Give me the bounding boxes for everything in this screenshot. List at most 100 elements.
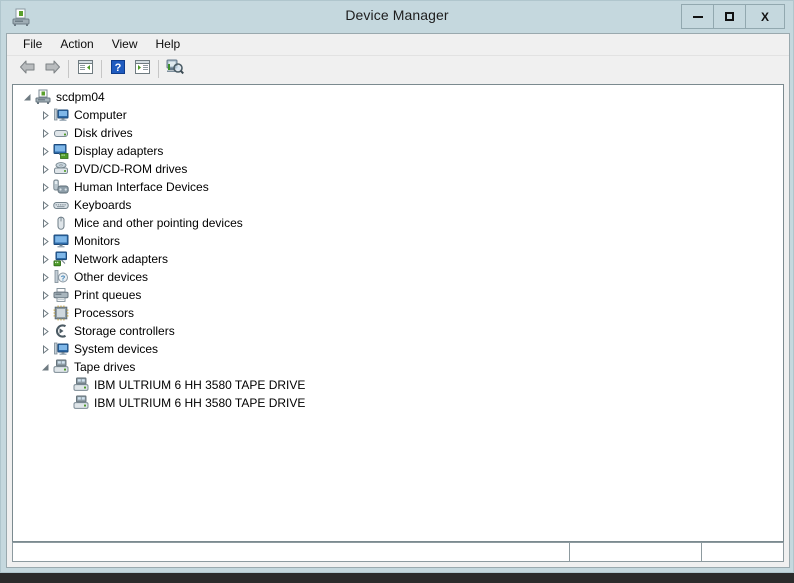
tree-item-processors[interactable]: Processors — [13, 304, 783, 322]
menu-help[interactable]: Help — [147, 35, 190, 54]
tree-item-other-devices[interactable]: ? Other devices — [13, 268, 783, 286]
expand-triangle-icon[interactable] — [37, 232, 53, 250]
mouse-icon — [53, 215, 69, 231]
status-bar — [12, 542, 784, 562]
minimize-icon — [692, 15, 703, 18]
back-arrow-icon — [19, 59, 37, 80]
expand-triangle-icon[interactable] — [37, 268, 53, 286]
system-device-icon — [53, 341, 69, 357]
tree-item-label: Human Interface Devices — [74, 180, 209, 194]
toolbar-separator — [68, 60, 69, 78]
tree-item-label: IBM ULTRIUM 6 HH 3580 TAPE DRIVE — [94, 396, 306, 410]
tree-item-label: Display adapters — [74, 144, 164, 158]
tree-item-disk-drives[interactable]: Disk drives — [13, 124, 783, 142]
expand-triangle-icon[interactable] — [37, 250, 53, 268]
expand-triangle-icon[interactable] — [37, 322, 53, 340]
expand-triangle-icon[interactable] — [37, 178, 53, 196]
title-bar[interactable]: Device Manager X — [1, 1, 793, 33]
toolbar-separator — [158, 60, 159, 78]
tree-item-label: Disk drives — [74, 126, 133, 140]
maximize-button[interactable] — [714, 5, 746, 28]
scan-hardware-icon — [166, 58, 184, 80]
expand-triangle-icon[interactable] — [37, 340, 53, 358]
expand-triangle-icon[interactable] — [37, 142, 53, 160]
tree-item-label: Computer — [74, 108, 127, 122]
menu-view[interactable]: View — [103, 35, 147, 54]
tree-item-label: IBM ULTRIUM 6 HH 3580 TAPE DRIVE — [94, 378, 306, 392]
other-device-icon: ? — [53, 269, 69, 285]
tree-item-human-interface-devices[interactable]: Human Interface Devices — [13, 178, 783, 196]
tree-item-label: Mice and other pointing devices — [74, 216, 243, 230]
tree-item-storage-controllers[interactable]: Storage controllers — [13, 322, 783, 340]
processor-icon — [53, 305, 69, 321]
help-button[interactable]: ? — [106, 58, 130, 80]
forward-button[interactable] — [40, 58, 64, 80]
expand-triangle-icon[interactable] — [37, 286, 53, 304]
tree-item-tape-drive-device[interactable]: IBM ULTRIUM 6 HH 3580 TAPE DRIVE — [13, 394, 783, 412]
tree-item-root[interactable]: scdpm04 — [13, 88, 783, 106]
keyboard-icon — [53, 197, 69, 213]
close-button[interactable]: X — [746, 5, 784, 28]
device-tree-pane[interactable]: scdpm04 Computer Disk drives Display ada… — [12, 84, 784, 542]
tape-drive-icon — [53, 359, 69, 375]
computer-node-icon — [35, 89, 51, 105]
hid-icon — [53, 179, 69, 195]
toolbar: ? — [7, 56, 789, 82]
device-manager-window: Device Manager X File Action View Help ?… — [0, 0, 794, 573]
tree-item-label: DVD/CD-ROM drives — [74, 162, 188, 176]
tree-item-label: System devices — [74, 342, 159, 356]
console-tree-icon — [77, 59, 94, 80]
tree-item-computer[interactable]: Computer — [13, 106, 783, 124]
window-title: Device Manager — [345, 7, 449, 23]
disk-drive-icon — [53, 125, 69, 141]
show-hide-console-tree-button[interactable] — [73, 58, 97, 80]
back-button[interactable] — [16, 58, 40, 80]
tree-item-network-adapters[interactable]: Network adapters — [13, 250, 783, 268]
collapse-triangle-icon[interactable] — [37, 358, 53, 376]
svg-text:?: ? — [115, 62, 122, 74]
printer-icon — [53, 287, 69, 303]
expand-triangle-icon[interactable] — [37, 160, 53, 178]
tree-item-label: Print queues — [74, 288, 142, 302]
tree-item-mice-and-other-pointing-devices[interactable]: Mice and other pointing devices — [13, 214, 783, 232]
tree-item-label: Storage controllers — [74, 324, 175, 338]
maximize-icon — [725, 12, 734, 21]
tape-drive-icon — [73, 377, 89, 393]
tree-item-system-devices[interactable]: System devices — [13, 340, 783, 358]
toolbar-separator — [101, 60, 102, 78]
menu-file[interactable]: File — [14, 35, 51, 54]
tree-item-label: Keyboards — [74, 198, 132, 212]
tape-drive-icon — [73, 395, 89, 411]
tree-item-monitors[interactable]: Monitors — [13, 232, 783, 250]
properties-icon — [134, 59, 151, 80]
status-pane-tertiary — [701, 542, 784, 562]
tree-item-keyboards[interactable]: Keyboards — [13, 196, 783, 214]
tree-item-label: Tape drives — [74, 360, 136, 374]
properties-button[interactable] — [130, 58, 154, 80]
display-adapter-icon — [53, 143, 69, 159]
tree-item-label: Processors — [74, 306, 135, 320]
computer-icon — [53, 107, 69, 123]
tree-item-dvd-cdrom-drives[interactable]: DVD/CD-ROM drives — [13, 160, 783, 178]
tree-item-tape-drive-device[interactable]: IBM ULTRIUM 6 HH 3580 TAPE DRIVE — [13, 376, 783, 394]
expand-triangle-icon[interactable] — [37, 106, 53, 124]
monitor-icon — [53, 233, 69, 249]
tree-item-label: scdpm04 — [56, 90, 105, 104]
menu-action[interactable]: Action — [51, 35, 102, 54]
expand-triangle-icon[interactable] — [37, 196, 53, 214]
tree-item-print-queues[interactable]: Print queues — [13, 286, 783, 304]
expand-triangle-icon[interactable] — [37, 124, 53, 142]
collapse-triangle-icon[interactable] — [19, 88, 35, 106]
tree-item-display-adapters[interactable]: Display adapters — [13, 142, 783, 160]
tree-item-label: Network adapters — [74, 252, 169, 266]
forward-arrow-icon — [43, 59, 61, 80]
minimize-button[interactable] — [682, 5, 714, 28]
scan-hardware-changes-button[interactable] — [163, 58, 187, 80]
status-pane-message — [12, 542, 569, 562]
tree-item-label: Other devices — [74, 270, 149, 284]
tree-item-tape-drives[interactable]: Tape drives — [13, 358, 783, 376]
tree-item-label: Monitors — [74, 234, 121, 248]
expand-triangle-icon[interactable] — [37, 214, 53, 232]
expand-triangle-icon[interactable] — [37, 304, 53, 322]
help-question-icon: ? — [110, 59, 126, 80]
